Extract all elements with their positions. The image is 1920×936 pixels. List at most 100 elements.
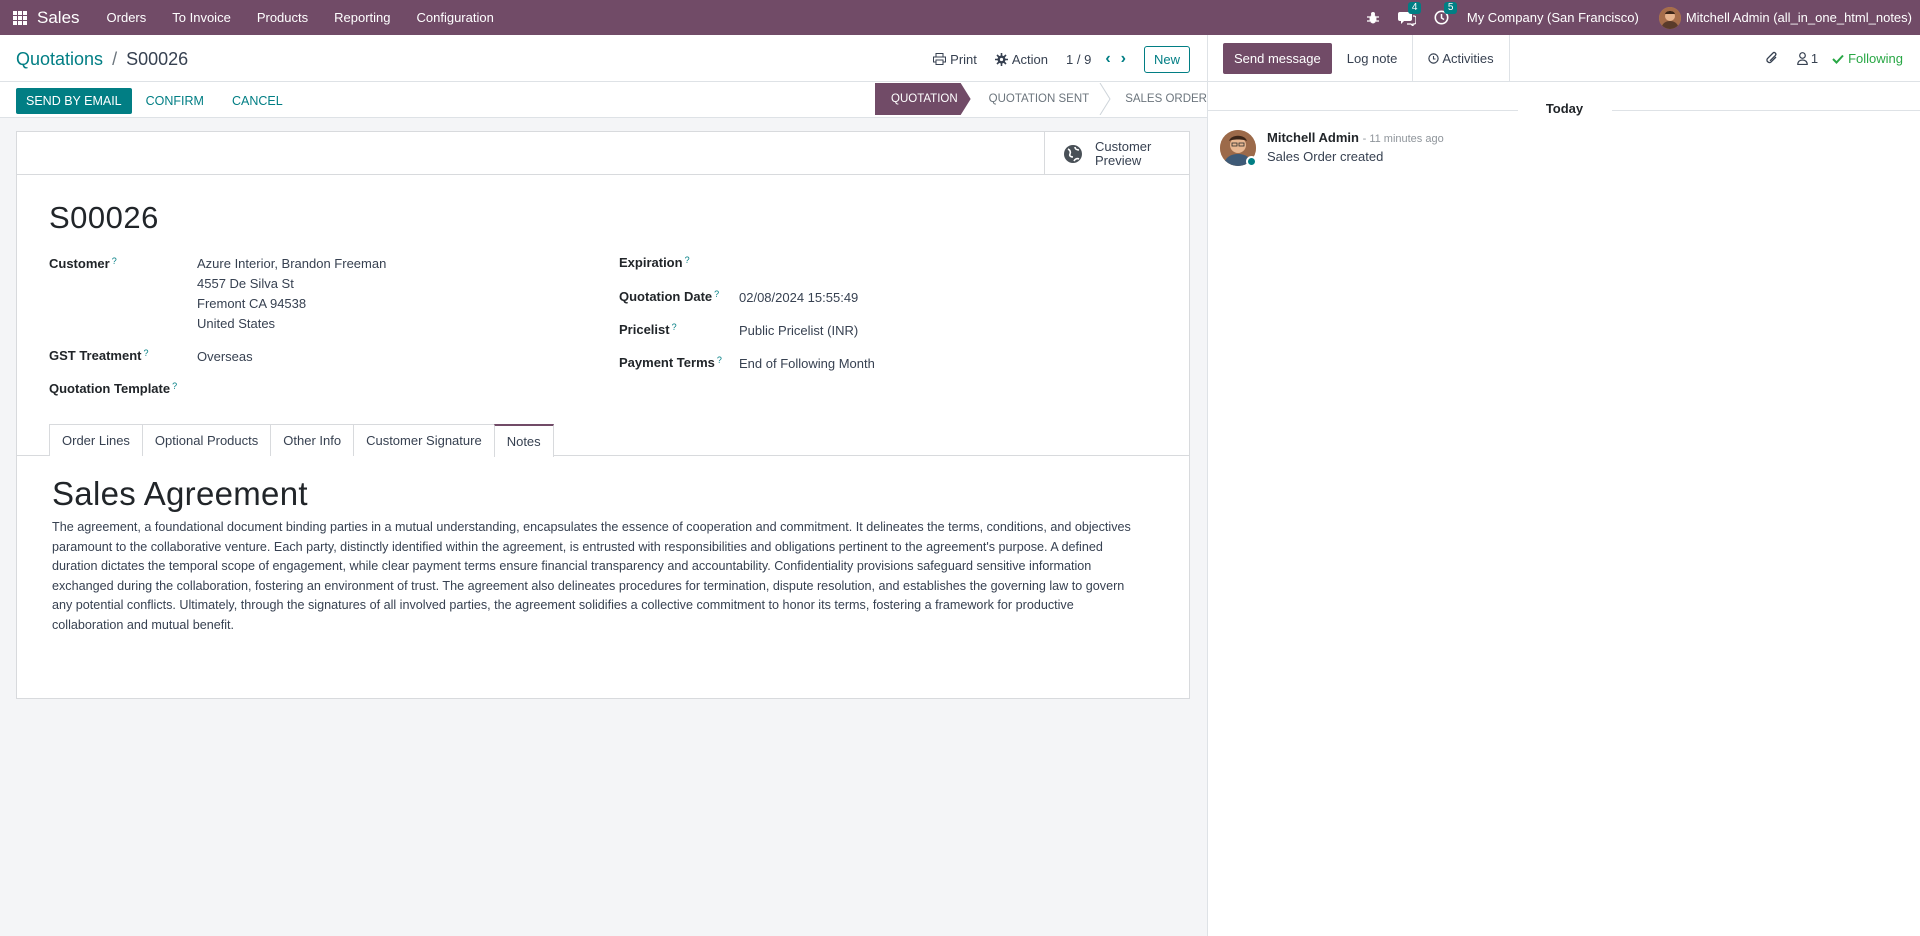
help-icon[interactable]: ?	[717, 355, 722, 365]
breadcrumb: Quotations / S00026	[16, 49, 188, 70]
customer-name: Azure Interior, Brandon Freeman	[197, 256, 387, 271]
customer-label: Customer?	[49, 256, 117, 271]
control-panel: Quotations / S00026 Print Action 1 / 9 ‹…	[0, 35, 1207, 118]
gst-treatment-label: GST Treatment?	[49, 348, 149, 363]
globe-icon	[1064, 144, 1082, 163]
customer-preview-label: Customer Preview	[1095, 138, 1152, 168]
chatter-panel: Send message Log note Activities 1 Follo…	[1207, 34, 1920, 936]
customer-city: Fremont CA 94538	[197, 296, 307, 311]
tab-order-lines[interactable]: Order Lines	[49, 424, 143, 456]
notebook-tabs: Order Lines Optional Products Other Info…	[49, 424, 554, 457]
tab-optional-products[interactable]: Optional Products	[141, 424, 272, 456]
cp-actions: Print Action 1 / 9 ‹ › New	[933, 45, 1207, 73]
status-bar: Quotation Quotation Sent Sales Order	[875, 83, 1207, 115]
help-icon[interactable]: ?	[172, 381, 177, 391]
followers-button[interactable]: 1	[1797, 51, 1818, 66]
print-button[interactable]: Print	[933, 52, 977, 67]
top-navbar: Sales Orders To Invoice Products Reporti…	[0, 0, 1920, 35]
tab-other-info[interactable]: Other Info	[270, 424, 355, 456]
pager-previous-chevron-left-icon[interactable]: ‹	[1105, 50, 1110, 68]
customer-street: 4557 De Silva St	[197, 276, 294, 291]
expiration-label: Expiration?	[619, 255, 690, 270]
messages-chat-icon[interactable]: 4	[1397, 1, 1422, 26]
menu-to-invoice[interactable]: To Invoice	[172, 10, 231, 25]
quotation-date-field[interactable]: 02/08/2024 15:55:49	[739, 288, 858, 308]
day-separator: Today	[1208, 101, 1920, 116]
breadcrumb-current: S00026	[126, 49, 189, 69]
customer-preview-button[interactable]: Customer Preview	[1044, 132, 1189, 175]
message-date: - 11 minutes ago	[1362, 133, 1444, 145]
help-icon[interactable]: ?	[143, 348, 148, 358]
activities-count-badge: 5	[1443, 2, 1458, 14]
check-icon	[1832, 54, 1844, 64]
company-switcher[interactable]: My Company (San Francisco)	[1467, 10, 1639, 25]
message-text: Sales Order created	[1267, 149, 1384, 164]
following-button[interactable]: Following	[1832, 51, 1903, 66]
smart-button-box: Customer Preview	[17, 132, 1189, 175]
record-name: S00026	[49, 200, 159, 235]
status-quotation-sent-label: Quotation Sent	[988, 93, 1090, 105]
breadcrumb-separator: /	[112, 49, 118, 69]
online-status-dot	[1246, 156, 1257, 167]
gear-icon	[994, 52, 1008, 66]
action-button[interactable]: Action	[994, 52, 1048, 67]
activities-button[interactable]: Activities	[1413, 34, 1510, 82]
message-author[interactable]: Mitchell Admin	[1267, 130, 1359, 145]
notes-body[interactable]: The agreement, a foundational document b…	[52, 518, 1142, 636]
confirm-button[interactable]: Confirm	[144, 88, 206, 114]
pager-value[interactable]: 1 / 9	[1066, 52, 1091, 67]
help-icon[interactable]: ?	[672, 322, 677, 332]
status-sales-order[interactable]: Sales Order	[1111, 83, 1207, 115]
new-button[interactable]: New	[1143, 45, 1190, 73]
chatter-message: Mitchell Admin - 11 minutes ago Sales Or…	[1220, 130, 1444, 167]
status-quotation[interactable]: Quotation	[875, 83, 971, 115]
customer-preview-line2: Preview	[1095, 152, 1142, 168]
followers-count: 1	[1810, 51, 1819, 66]
menu-products[interactable]: Products	[257, 10, 308, 25]
following-label: Following	[1848, 51, 1903, 66]
form-action-buttons: Send by Email Confirm Cancel	[16, 88, 285, 114]
cp-divider	[0, 81, 1207, 82]
menu-reporting[interactable]: Reporting	[334, 10, 390, 25]
pricelist-field[interactable]: Public Pricelist (INR)	[739, 321, 858, 341]
menu-configuration[interactable]: Configuration	[417, 10, 494, 25]
quotation-template-label: Quotation Template?	[49, 381, 178, 396]
menu-orders[interactable]: Orders	[107, 10, 147, 25]
messages-count-badge: 4	[1407, 1, 1422, 14]
chatter-topbar: Send message Log note Activities 1 Follo…	[1208, 34, 1920, 82]
cancel-button[interactable]: Cancel	[230, 88, 285, 114]
customer-field[interactable]: Azure Interior, Brandon Freeman 4557 De …	[197, 254, 386, 334]
tab-customer-signature[interactable]: Customer Signature	[353, 424, 495, 456]
customer-preview-line1: Customer	[1095, 138, 1152, 154]
help-icon[interactable]: ?	[685, 255, 690, 265]
print-icon	[933, 53, 947, 65]
message-body: Mitchell Admin - 11 minutes ago Sales Or…	[1267, 130, 1444, 166]
send-by-email-button[interactable]: Send by Email	[16, 88, 132, 114]
user-menu[interactable]: Mitchell Admin (all_in_one_html_notes)	[1658, 6, 1912, 29]
help-icon[interactable]: ?	[714, 289, 719, 299]
debug-bug-icon[interactable]	[1366, 11, 1380, 25]
paperclip-attachment-icon[interactable]	[1765, 51, 1779, 66]
expiration-field[interactable]	[739, 253, 1039, 273]
notes-title[interactable]: Sales Agreement	[52, 475, 308, 513]
app-name-sales[interactable]: Sales	[37, 8, 80, 28]
activities-clock-icon[interactable]: 5	[1434, 2, 1458, 25]
quotation-template-field[interactable]	[197, 380, 497, 400]
pricelist-label: Pricelist?	[619, 322, 677, 337]
pager-next-chevron-right-icon[interactable]: ›	[1121, 50, 1126, 68]
activities-label: Activities	[1442, 50, 1494, 66]
breadcrumb-quotations-link[interactable]: Quotations	[16, 49, 103, 69]
customer-country: United States	[197, 316, 276, 331]
quotation-date-label: Quotation Date?	[619, 289, 720, 304]
send-message-button[interactable]: Send message	[1223, 42, 1332, 74]
form-sheet: Customer Preview S00026 Customer? Azure …	[16, 131, 1190, 699]
log-note-button[interactable]: Log note	[1332, 34, 1414, 82]
gst-treatment-field[interactable]: Overseas	[197, 347, 253, 367]
user-icon	[1797, 52, 1808, 65]
user-name: Mitchell Admin (all_in_one_html_notes)	[1685, 10, 1912, 25]
help-icon[interactable]: ?	[112, 256, 117, 266]
tab-notes[interactable]: Notes	[493, 424, 554, 457]
app-menu-grid-icon[interactable]	[13, 10, 27, 25]
status-quotation-sent[interactable]: Quotation Sent	[971, 83, 1112, 115]
payment-terms-field[interactable]: End of Following Month	[739, 354, 875, 374]
